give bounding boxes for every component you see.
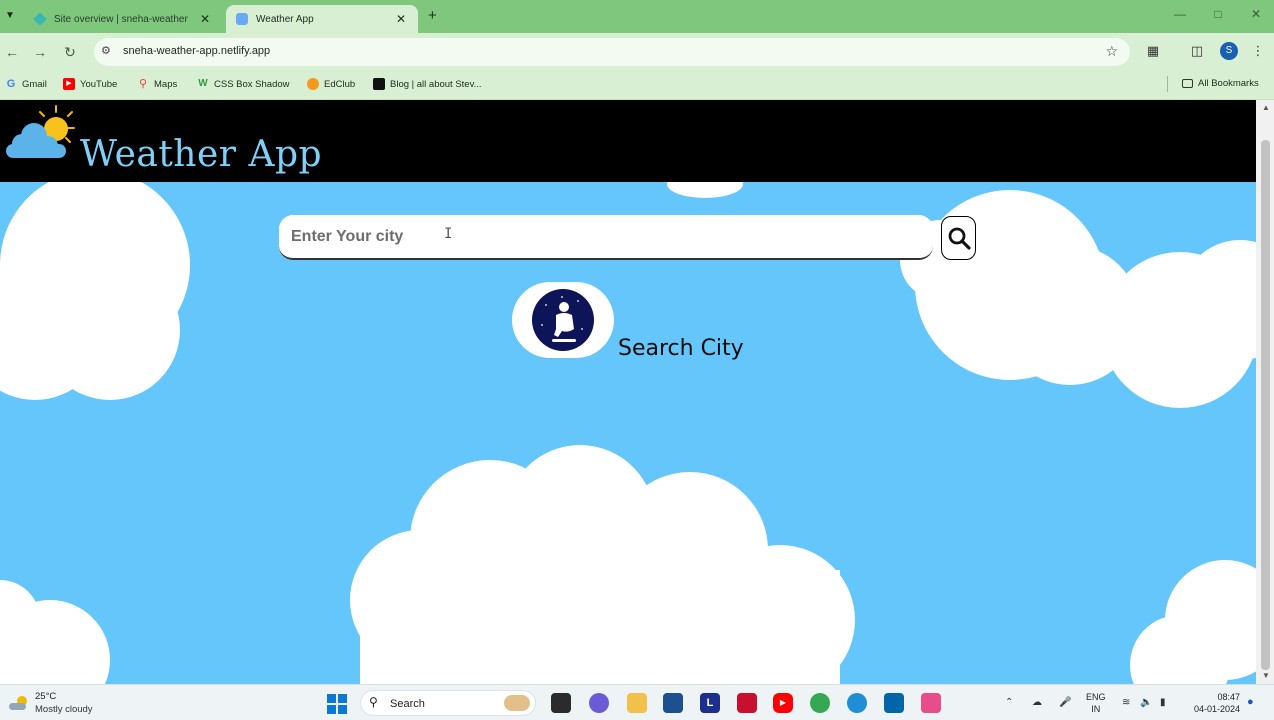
page-viewport: Weather App I Search City (0, 100, 1256, 684)
taskbar-search-icon: ⚲ (369, 695, 378, 709)
weather-widget-icon[interactable] (8, 695, 30, 711)
window-close-icon[interactable]: ✕ (1248, 7, 1264, 21)
bookmark-blog[interactable]: Blog | all about Stev... (373, 78, 482, 90)
notification-bell-icon[interactable]: ● (1247, 696, 1254, 708)
profile-avatar[interactable]: S (1220, 42, 1238, 60)
bookmark-label: Maps (154, 78, 178, 90)
taskbar-search-label: Search (390, 698, 425, 710)
windows-start-icon[interactable] (327, 694, 347, 714)
windows-taskbar: 25°C Mostly cloudy ⚲ Search L ▶ ⌃ ☁ 🎤 EN… (0, 684, 1274, 720)
maps-pin-icon: ⚲ (138, 78, 148, 90)
sun-cloud-logo-icon (6, 105, 75, 158)
app-header: Weather App (0, 100, 1256, 182)
bookmarks-bar: G Gmail ▶ YouTube ⚲ Maps W CSS Box Shado… (0, 71, 1274, 100)
onedrive-icon[interactable]: ☁ (1032, 697, 1042, 708)
netlify-favicon-icon (33, 12, 47, 26)
city-search-input[interactable] (291, 227, 933, 246)
bookmarks-divider (1167, 76, 1168, 92)
minimize-icon[interactable]: — (1172, 7, 1188, 21)
scroll-up-arrow-icon[interactable]: ▲ (1262, 103, 1270, 112)
tab-site-overview[interactable]: Site overview | sneha-weather ✕ (24, 5, 222, 33)
all-bookmarks-label: All Bookmarks (1198, 78, 1259, 89)
bookmark-css-box-shadow[interactable]: W CSS Box Shadow (197, 78, 290, 90)
back-arrow-icon[interactable]: ← (2, 42, 22, 62)
battery-icon[interactable]: ▮ (1160, 697, 1166, 708)
forward-arrow-icon[interactable]: → (30, 42, 50, 62)
tab-weather-app[interactable]: Weather App ✕ (226, 5, 418, 33)
mcafee-icon[interactable] (737, 693, 757, 713)
vscode-icon[interactable] (884, 693, 904, 713)
edclub-icon (307, 78, 319, 90)
volume-icon[interactable]: 🔈 (1140, 697, 1152, 708)
youtube-icon: ▶ (63, 78, 75, 90)
scrollbar-thumb[interactable] (1261, 140, 1270, 670)
weather-condition: Mostly cloudy (35, 704, 93, 715)
chrome-icon[interactable] (810, 693, 830, 713)
text-cursor-icon: I (444, 226, 453, 242)
close-tab-icon[interactable]: ✕ (394, 12, 408, 26)
url-text: sneha-weather-app.netlify.app (123, 45, 271, 57)
bookmark-label: Blog | all about Stev... (390, 78, 482, 90)
browser-toolbar: ← → ↻ ⚙ sneha-weather-app.netlify.app ☆ … (0, 33, 1274, 71)
folder-icon (1182, 79, 1193, 88)
bookmark-label: CSS Box Shadow (214, 78, 290, 90)
browser-tab-bar: ▼ Site overview | sneha-weather ✕ Weathe… (0, 0, 1274, 33)
reload-icon[interactable]: ↻ (60, 42, 80, 62)
bookmark-star-icon[interactable]: ☆ (1105, 43, 1118, 60)
bookmark-label: YouTube (80, 78, 118, 90)
teams-icon[interactable] (589, 693, 609, 713)
bookmark-youtube[interactable]: ▶ YouTube (63, 78, 117, 90)
maximize-icon[interactable]: □ (1210, 7, 1226, 21)
all-bookmarks[interactable]: All Bookmarks (1182, 78, 1259, 89)
tab-label: Weather App (256, 13, 314, 25)
file-explorer-icon[interactable] (627, 693, 647, 713)
w-logo-icon: W (198, 78, 208, 89)
region-code: IN (1091, 704, 1101, 714)
bookmark-edclub[interactable]: EdClub (307, 78, 355, 90)
cloud-background (0, 170, 1256, 684)
close-tab-icon[interactable]: ✕ (198, 12, 212, 26)
site-info-icon[interactable]: ⚙ (101, 44, 111, 57)
bookmark-gmail[interactable]: G Gmail (5, 78, 47, 90)
city-search-field[interactable] (279, 215, 933, 260)
taskbar-search[interactable]: ⚲ Search (360, 690, 536, 716)
app-title: Weather App (80, 134, 323, 175)
clock[interactable]: 08:47 04-01-2024 (1188, 691, 1240, 715)
search-highlight-icon (504, 695, 530, 711)
browser-menu-icon[interactable]: ⋮ (1249, 43, 1267, 59)
language-code: ENG (1086, 692, 1106, 702)
clock-time: 08:47 (1217, 692, 1240, 702)
language-indicator[interactable]: ENG IN (1086, 691, 1106, 715)
clock-date: 04-01-2024 (1193, 704, 1240, 714)
store-icon[interactable] (663, 693, 683, 713)
search-button[interactable] (941, 216, 976, 260)
bookmark-maps[interactable]: ⚲ Maps (137, 78, 177, 90)
snipping-tool-icon[interactable] (921, 693, 941, 713)
extensions-icon[interactable]: ▦ (1144, 43, 1162, 59)
address-bar[interactable]: ⚙ sneha-weather-app.netlify.app ☆ (94, 38, 1130, 66)
youtube-app-icon[interactable]: ▶ (773, 693, 793, 713)
lenovo-l-icon[interactable]: L (700, 693, 720, 713)
searching-figure-icon (532, 289, 594, 351)
tab-search-chevron-icon[interactable]: ▼ (2, 7, 18, 25)
magnifier-icon (948, 227, 971, 250)
bookmark-label: EdClub (324, 78, 356, 90)
wifi-icon[interactable]: ≋ (1122, 697, 1130, 708)
bookmark-label: Gmail (22, 78, 47, 90)
new-tab-plus-icon[interactable]: + (428, 7, 437, 24)
microphone-icon[interactable]: 🎤 (1059, 697, 1071, 708)
task-view-icon[interactable] (551, 693, 571, 713)
weather-favicon-icon (236, 13, 248, 25)
google-icon: G (6, 78, 16, 90)
weather-temperature: 25°C (35, 691, 57, 702)
tab-label: Site overview | sneha-weather (54, 13, 188, 25)
blog-icon (373, 78, 385, 90)
edge-icon[interactable] (847, 693, 867, 713)
side-panel-icon[interactable]: ◫ (1188, 43, 1206, 59)
tray-chevron-up-icon[interactable]: ⌃ (1005, 697, 1013, 708)
weather-status-badge (512, 282, 614, 358)
status-message: Search City (618, 336, 744, 361)
scroll-down-arrow-icon[interactable]: ▼ (1262, 671, 1270, 680)
